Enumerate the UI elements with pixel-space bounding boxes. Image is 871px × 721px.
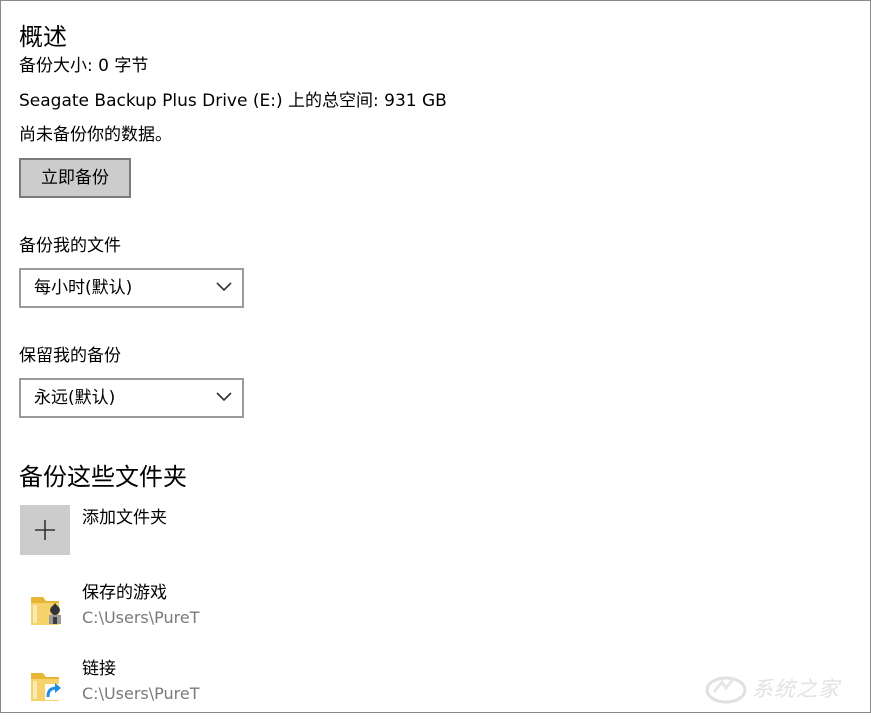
backup-frequency-value: 每小时(默认): [34, 278, 133, 298]
site-watermark: 系统之家: [704, 670, 864, 710]
watermark-logo-icon: [705, 676, 747, 704]
total-space-text: Seagate Backup Plus Drive (E:) 上的总空间: 93…: [19, 91, 447, 111]
backup-now-button[interactable]: 立即备份: [19, 158, 131, 198]
add-folder-label[interactable]: 添加文件夹: [82, 506, 167, 530]
folder-item-saved-games[interactable]: 保存的游戏 C:\Users\PureT: [1, 581, 871, 645]
folder-path: C:\Users\PureT: [82, 684, 200, 703]
watermark-text: 系统之家: [752, 677, 840, 701]
backup-frequency-dropdown[interactable]: 每小时(默认): [19, 268, 244, 308]
folder-name: 链接: [82, 659, 116, 679]
add-folder-button[interactable]: [20, 505, 70, 555]
backup-status-text: 尚未备份你的数据。: [19, 125, 172, 145]
saved-games-folder-icon: [31, 597, 61, 625]
keep-backups-label: 保留我的备份: [19, 346, 121, 366]
keep-backups-value: 永远(默认): [34, 388, 116, 408]
keep-backups-dropdown[interactable]: 永远(默认): [19, 378, 244, 418]
plus-icon: [35, 520, 55, 540]
backup-folders-heading: 备份这些文件夹: [19, 463, 187, 491]
backup-frequency-label: 备份我的文件: [19, 236, 121, 256]
folder-path: C:\Users\PureT: [82, 608, 200, 627]
backup-options-panel: 概述 备份大小: 0 字节 Seagate Backup Plus Drive …: [0, 0, 871, 713]
chevron-down-icon: [216, 282, 232, 292]
overview-heading: 概述: [19, 23, 67, 51]
links-folder-icon: [31, 673, 61, 701]
backup-size-text: 备份大小: 0 字节: [19, 56, 149, 76]
folder-name: 保存的游戏: [82, 583, 167, 603]
chevron-down-icon: [216, 392, 232, 402]
